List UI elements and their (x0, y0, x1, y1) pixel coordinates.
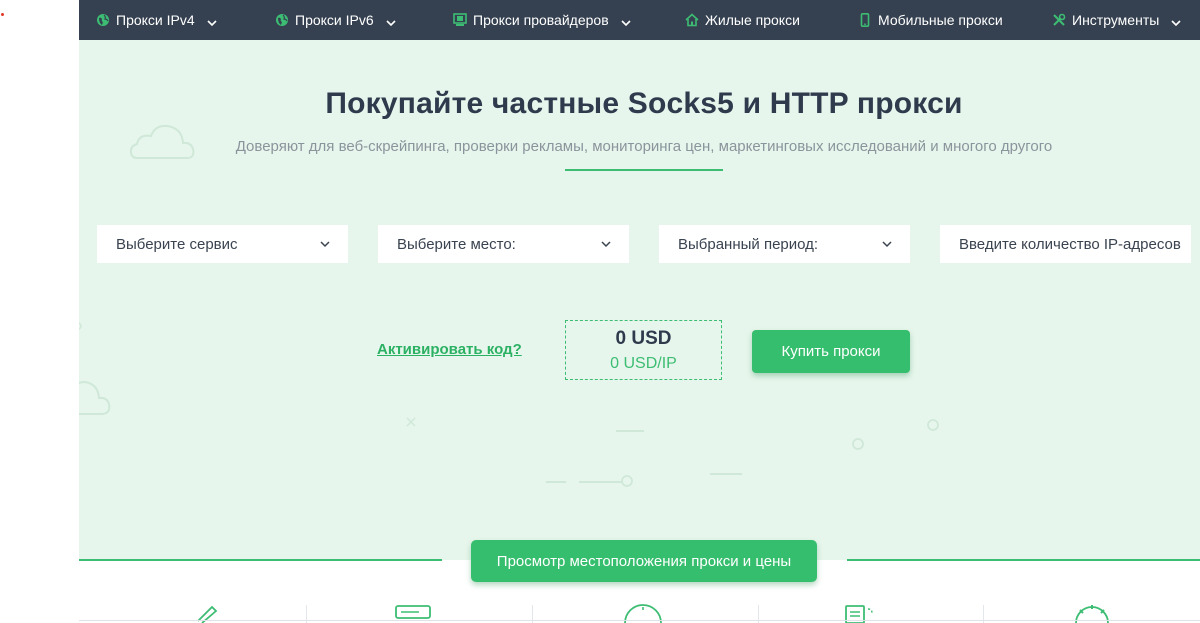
period-select[interactable]: Выбранный период: (659, 225, 910, 263)
location-select-value: Выберите место: (397, 235, 516, 253)
price-per-ip: 0 USD/IP (610, 355, 677, 372)
top-nav: Прокси IPv4 Прокси IPv6 Прокси провайдер… (79, 0, 1200, 40)
cloud-decoration-icon (79, 380, 111, 415)
nav-item-tools[interactable]: Инструменты (1052, 0, 1181, 40)
stray-dot (1, 13, 4, 16)
nav-item-label: Прокси IPv6 (295, 12, 374, 28)
circle-decoration-icon (852, 438, 864, 450)
circle-decoration-icon (79, 322, 82, 330)
globe-icon (96, 13, 110, 27)
tools-icon (1052, 13, 1066, 27)
page-title: Покупайте частные Socks5 и HTTP прокси (325, 87, 963, 120)
nav-item-label: Инструменты (1072, 12, 1160, 28)
home-icon (685, 13, 699, 27)
section-divider-left (79, 559, 442, 561)
chevron-down-icon (386, 15, 396, 27)
bottom-border (79, 620, 1200, 621)
price-box: 0 USD 0 USD/IP (565, 320, 722, 380)
mobile-phone-icon (858, 13, 872, 27)
service-select-value: Выберите сервис (116, 235, 238, 253)
nav-item-label: Прокси провайдеров (473, 12, 609, 28)
activate-code-link[interactable]: Активировать код? (377, 341, 522, 358)
chevron-down-icon (621, 15, 631, 27)
service-select[interactable]: Выберите сервис (97, 225, 348, 263)
location-select[interactable]: Выберите место: (378, 225, 629, 263)
provider-monitor-icon (453, 13, 467, 27)
page-subtitle: Доверяют для веб-скрейпинга, проверки ре… (235, 138, 1053, 155)
cross-decoration-icon (406, 417, 416, 427)
chevron-down-icon (882, 241, 892, 248)
chevron-down-icon (601, 241, 611, 248)
nav-item-mobile[interactable]: Мобильные прокси (858, 0, 1003, 40)
dash-decoration (579, 481, 623, 483)
dash-decoration (710, 473, 742, 475)
title-underline (565, 169, 723, 171)
dash-decoration (616, 430, 644, 432)
price-total: 0 USD (615, 328, 672, 349)
nav-item-provider-proxies[interactable]: Прокси провайдеров (453, 0, 631, 40)
hero-section: Покупайте частные Socks5 и HTTP прокси Д… (79, 40, 1200, 560)
section-divider-right (847, 559, 1200, 561)
ip-count-field-wrap (940, 225, 1191, 263)
circle-decoration-icon (927, 419, 939, 431)
nav-item-label: Прокси IPv4 (116, 12, 195, 28)
nav-item-residential[interactable]: Жилые прокси (685, 0, 800, 40)
chevron-down-icon (1171, 15, 1181, 27)
nav-item-ipv4[interactable]: Прокси IPv4 (96, 0, 217, 40)
globe-icon (275, 13, 289, 27)
buy-proxy-button[interactable]: Купить прокси (752, 330, 910, 373)
nav-item-ipv6[interactable]: Прокси IPv6 (275, 0, 396, 40)
period-select-value: Выбранный период: (678, 235, 819, 253)
dash-decoration (546, 481, 566, 483)
view-locations-button[interactable]: Просмотр местоположения прокси и цены (471, 540, 817, 582)
nav-item-label: Жилые прокси (705, 12, 800, 28)
chevron-down-icon (207, 15, 217, 27)
circle-decoration-icon (621, 475, 633, 487)
ip-count-input[interactable] (959, 235, 1187, 253)
chevron-down-icon (320, 241, 330, 248)
nav-item-label: Мобильные прокси (878, 12, 1003, 28)
